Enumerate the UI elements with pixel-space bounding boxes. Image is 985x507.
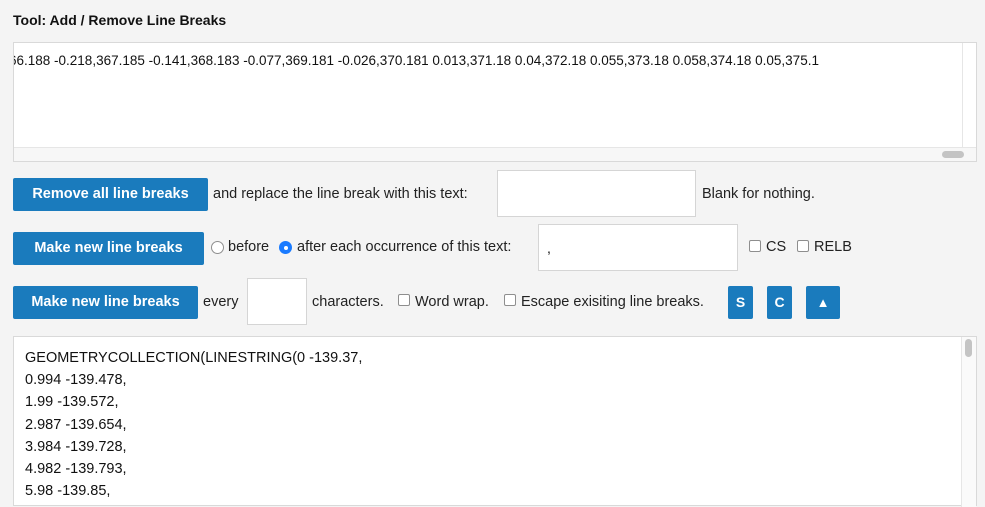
relb-checkbox[interactable] <box>797 240 809 252</box>
word-wrap-checkbox[interactable] <box>398 294 410 306</box>
replace-text-label: and replace the line break with this tex… <box>213 186 468 202</box>
occurrence-text-input[interactable] <box>538 224 738 271</box>
escape-line-breaks-label: Escape exisiting line breaks. <box>521 294 704 310</box>
output-line: 1.99 -139.572, <box>25 394 119 411</box>
after-occurrence-label: after each occurrence of this text: <box>297 239 512 255</box>
output-line: 0.994 -139.478, <box>25 372 127 389</box>
before-radio[interactable] <box>211 241 224 254</box>
remove-all-line-breaks-button[interactable]: Remove all line breaks <box>13 178 208 211</box>
s-button[interactable]: S <box>728 286 753 319</box>
input-text: 66.188 -0.218,367.185 -0.141,368.183 -0.… <box>14 53 819 68</box>
escape-line-breaks-checkbox[interactable] <box>504 294 516 306</box>
word-wrap-label: Word wrap. <box>415 294 489 310</box>
characters-label: characters. <box>312 294 384 310</box>
output-vertical-scroll-thumb[interactable] <box>965 339 972 357</box>
input-horizontal-scrollbar[interactable] <box>14 147 976 161</box>
cs-checkbox[interactable] <box>749 240 761 252</box>
tool-title: Tool: Add / Remove Line Breaks <box>13 12 227 28</box>
scroll-up-button[interactable]: ▲ <box>806 286 840 319</box>
output-line: 3.984 -139.728, <box>25 438 127 455</box>
input-vertical-scrollbar[interactable] <box>962 43 976 148</box>
c-button[interactable]: C <box>767 286 792 319</box>
characters-count-input[interactable] <box>247 278 307 325</box>
output-line: 4.982 -139.793, <box>25 461 127 478</box>
before-label: before <box>228 239 270 255</box>
after-radio[interactable] <box>279 241 292 254</box>
output-textarea[interactable]: GEOMETRYCOLLECTION(LINESTRING(0 -139.37,… <box>13 336 977 507</box>
output-text: GEOMETRYCOLLECTION(LINESTRING(0 -139.37,… <box>25 347 955 502</box>
output-line: 5.98 -139.85, <box>25 483 111 500</box>
cs-label: CS <box>766 239 787 255</box>
input-horizontal-scroll-thumb[interactable] <box>942 151 964 158</box>
output-line: 2.987 -139.654, <box>25 416 127 433</box>
make-new-line-breaks-every-button[interactable]: Make new line breaks <box>13 286 198 319</box>
output-vertical-scrollbar[interactable] <box>961 337 976 507</box>
every-label: every <box>203 294 239 310</box>
make-new-line-breaks-button[interactable]: Make new line breaks <box>13 232 204 265</box>
blank-hint-label: Blank for nothing. <box>702 186 815 202</box>
output-line: GEOMETRYCOLLECTION(LINESTRING(0 -139.37, <box>25 350 363 366</box>
input-textarea[interactable]: 66.188 -0.218,367.185 -0.141,368.183 -0.… <box>13 42 977 162</box>
replace-text-input[interactable] <box>497 170 696 217</box>
relb-label: RELB <box>814 239 852 255</box>
